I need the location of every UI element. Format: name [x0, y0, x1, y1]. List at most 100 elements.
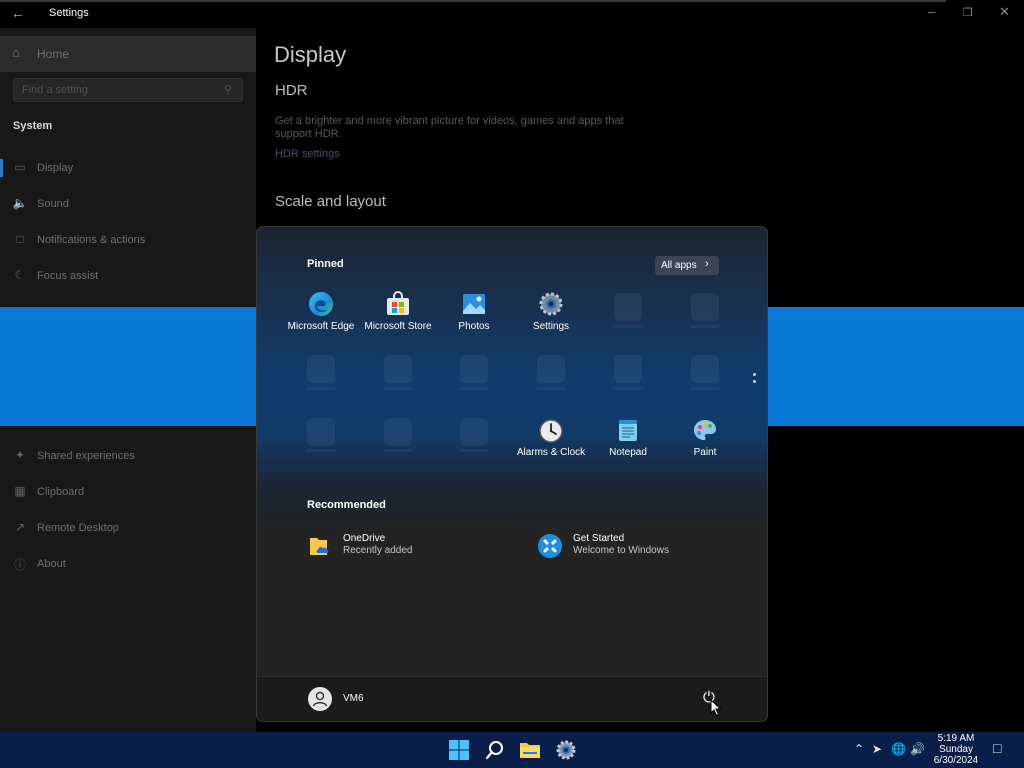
recommended-subtitle: Welcome to Windows — [573, 545, 669, 556]
pinned-heading: Pinned — [307, 258, 344, 270]
user-avatar[interactable] — [308, 687, 332, 711]
app-name: Settings — [532, 321, 570, 332]
start-menu-footer: VM6 ⏻ — [257, 676, 767, 721]
nav-item-about[interactable]: ⓘ About — [0, 549, 256, 579]
system-section-label: System — [13, 120, 53, 132]
all-apps-label: All apps — [661, 260, 697, 271]
scale-layout-heading: Scale and layout — [275, 193, 386, 210]
paint-icon — [694, 420, 716, 440]
window-title: Settings — [49, 7, 89, 19]
onedrive-folder-icon — [310, 538, 329, 555]
minimize-icon[interactable]: – — [928, 4, 935, 19]
placeholder-label — [613, 325, 643, 328]
start-menu: Pinned All apps › Microsoft Edge Microso… — [256, 226, 768, 722]
notification-icon: □ — [16, 232, 24, 246]
pinned-app-photos[interactable]: Photos — [436, 291, 512, 347]
recommended-item-onedrive[interactable]: OneDrive Recently added — [307, 531, 507, 561]
all-apps-button[interactable]: All apps › — [655, 256, 719, 275]
app-name: Photos — [458, 321, 490, 332]
pinned-app-paint[interactable]: Paint — [667, 417, 743, 473]
recommended-title: OneDrive — [343, 533, 386, 544]
home-icon: ⌂ — [12, 45, 20, 60]
network-globe-icon[interactable]: 🌐 — [891, 742, 906, 756]
notification-center-icon[interactable]: □ — [993, 740, 1001, 756]
user-icon — [312, 691, 328, 707]
nav-item-clipboard[interactable]: ▦ Clipboard — [0, 477, 256, 507]
find-setting-search-box[interactable]: Find a setting ⚲ — [13, 78, 243, 102]
get-started-icon — [538, 534, 562, 558]
pinned-app-edge[interactable]: Microsoft Edge — [283, 291, 359, 347]
placeholder-tile — [614, 355, 642, 383]
nav-item-sound[interactable]: 🔈 Sound — [0, 189, 256, 219]
settings-gear-icon[interactable] — [555, 739, 577, 761]
placeholder-label — [459, 387, 489, 390]
placeholder-tile — [460, 355, 488, 383]
notepad-icon — [619, 420, 637, 441]
pinned-app-settings[interactable]: Settings — [513, 291, 589, 347]
placeholder-tile — [537, 355, 565, 383]
home-nav-button[interactable]: ⌂ Home — [0, 36, 256, 72]
info-icon: ⓘ — [13, 558, 26, 572]
hdr-settings-link[interactable]: HDR settings — [275, 148, 340, 160]
clock-time: 5:19 AM — [937, 733, 975, 744]
windows-start-icon[interactable] — [448, 739, 470, 761]
back-arrow-icon[interactable]: ← — [11, 5, 25, 21]
location-icon[interactable]: ➤ — [872, 742, 882, 756]
search-icon: ⚲ — [223, 84, 232, 96]
title-bar: ← Settings – ❐ ✕ — [0, 0, 1024, 28]
home-label: Home — [37, 47, 70, 61]
nav-item-notifications[interactable]: □ Notifications & actions — [0, 225, 256, 255]
edge-icon — [309, 292, 333, 316]
nav-item-remote-desktop[interactable]: ↗ Remote Desktop — [0, 513, 256, 543]
placeholder-tile — [614, 293, 642, 321]
nav-label: Clipboard — [37, 486, 85, 498]
placeholder-tile — [384, 355, 412, 383]
moon-icon: ☾ — [14, 268, 26, 282]
app-name: Paint — [693, 447, 717, 458]
placeholder-label — [306, 387, 336, 390]
store-icon — [387, 291, 409, 315]
placeholder-label — [459, 449, 489, 452]
page-title: Display — [274, 42, 347, 67]
shared-icon: ✦ — [14, 448, 26, 462]
pinned-app-alarms-clock[interactable]: Alarms & Clock — [513, 417, 589, 473]
clock-day: Sunday — [939, 744, 973, 755]
nav-label: About — [37, 558, 66, 570]
monitor-icon: ▭ — [14, 160, 26, 174]
app-name: Notepad — [609, 447, 647, 458]
page-dot — [753, 373, 756, 376]
active-indicator — [0, 159, 3, 177]
recommended-subtitle: Recently added — [343, 545, 413, 556]
hdr-description: Get a brighter and more vibrant picture … — [275, 115, 624, 140]
nav-item-display[interactable]: ▭ Display — [0, 153, 256, 183]
user-name[interactable]: VM6 — [343, 693, 364, 704]
chevron-up-icon[interactable]: ⌃ — [854, 742, 864, 756]
nav-item-focus-assist[interactable]: ☾ Focus assist — [0, 261, 256, 291]
search-placeholder: Find a setting — [22, 84, 89, 96]
file-explorer-icon[interactable] — [519, 739, 541, 761]
placeholder-label — [306, 449, 336, 452]
pinned-app-store[interactable]: Microsoft Store — [360, 291, 436, 347]
close-icon[interactable]: ✕ — [999, 4, 1010, 20]
mouse-cursor-icon — [710, 699, 722, 717]
clock-date: 6/30/2024 — [933, 755, 979, 766]
nav-label: Shared experiences — [37, 450, 135, 462]
volume-icon[interactable]: 🔊 — [910, 742, 925, 756]
app-name: Microsoft Store — [364, 321, 432, 332]
restore-icon[interactable]: ❐ — [963, 6, 973, 19]
nav-label: Sound — [37, 198, 69, 210]
search-icon[interactable] — [484, 739, 506, 761]
recommended-item-get-started[interactable]: Get Started Welcome to Windows — [537, 531, 737, 561]
recommended-heading: Recommended — [307, 499, 386, 511]
placeholder-label — [690, 387, 720, 390]
settings-gear-icon — [539, 292, 563, 316]
page-indicator-dots[interactable] — [753, 373, 757, 387]
nav-label: Display — [37, 162, 74, 174]
placeholder-tile — [460, 418, 488, 446]
taskbar-clock[interactable]: 5:19 AM Sunday 6/30/2024 — [930, 733, 982, 766]
pinned-app-notepad[interactable]: Notepad — [590, 417, 666, 473]
placeholder-label — [383, 449, 413, 452]
hdr-heading: HDR — [275, 82, 308, 99]
placeholder-tile — [691, 293, 719, 321]
nav-item-shared-experiences[interactable]: ✦ Shared experiences — [0, 441, 256, 471]
